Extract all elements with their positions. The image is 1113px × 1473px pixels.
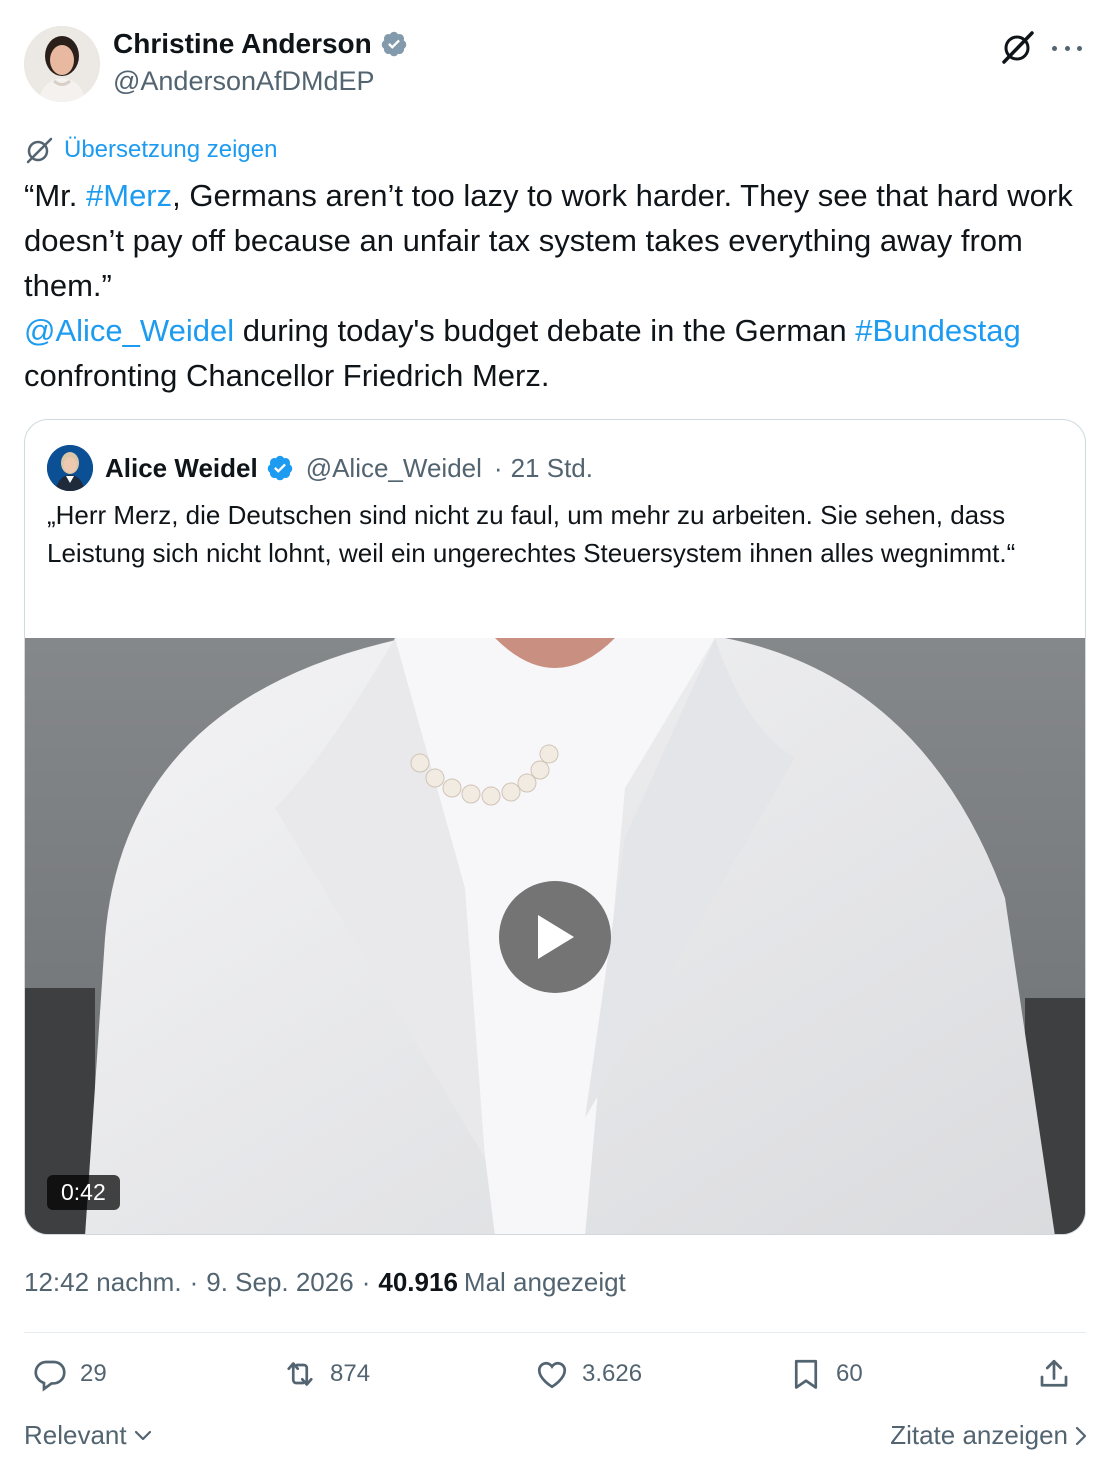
- tweet-time[interactable]: 12:42 nachm.: [24, 1267, 182, 1298]
- video-player[interactable]: 0:42: [25, 638, 1085, 1234]
- chevron-down-icon: [134, 1430, 151, 1440]
- bookmark-icon: [794, 1359, 818, 1389]
- quoted-author-name[interactable]: Alice Weidel: [105, 453, 258, 484]
- share-button[interactable]: [1036, 1356, 1072, 1392]
- mention-alice-weidel-link[interactable]: @Alice_Weidel: [24, 313, 234, 348]
- quoted-tweet-header: Alice Weidel @Alice_Weidel · 21 Std.: [47, 445, 593, 491]
- grok-translate-icon: [26, 137, 53, 164]
- show-translation-label: Übersetzung zeigen: [64, 136, 278, 163]
- tweet-date[interactable]: 9. Sep. 2026: [206, 1267, 353, 1298]
- sort-replies-dropdown[interactable]: Relevant: [24, 1420, 153, 1451]
- meta-separator: ·: [189, 1267, 199, 1297]
- play-icon: [538, 915, 574, 959]
- share-icon: [1040, 1359, 1068, 1387]
- view-quotes-link[interactable]: Zitate anzeigen: [890, 1420, 1088, 1451]
- quoted-tweet-time[interactable]: 21 Std.: [511, 453, 593, 484]
- verified-badge-icon[interactable]: [380, 30, 408, 58]
- author-info: Christine Anderson @AndersonAfDMdEP: [113, 28, 408, 97]
- repost-button[interactable]: 874: [282, 1356, 370, 1392]
- view-quotes-label: Zitate anzeigen: [890, 1420, 1068, 1450]
- repost-count: 874: [330, 1360, 371, 1387]
- tweet-text-part: during today's budget debate in the Germ…: [234, 313, 856, 348]
- more-options-icon[interactable]: [1052, 38, 1082, 58]
- quoted-tweet-text: „Herr Merz, die Deutschen sind nicht zu …: [47, 500, 1016, 568]
- play-button[interactable]: [499, 881, 611, 993]
- reply-button[interactable]: 29: [32, 1356, 107, 1392]
- video-duration: 0:42: [47, 1175, 120, 1210]
- views-count: 40.916: [378, 1267, 458, 1297]
- hashtag-merz-link[interactable]: #Merz: [86, 178, 172, 213]
- like-count: 3.626: [582, 1360, 643, 1387]
- tweet-text-part: confronting Chancellor Friedrich Merz.: [24, 358, 550, 393]
- grok-icon[interactable]: [1000, 29, 1036, 65]
- quoted-author-avatar[interactable]: [47, 445, 93, 491]
- tweet-text: “Mr. #Merz, Germans aren’t too lazy to w…: [24, 173, 1094, 398]
- tweet-meta: 12:42 nachm. · 9. Sep. 2026 · 40.916 Mal…: [24, 1267, 626, 1298]
- show-translation-link[interactable]: Übersetzung zeigen: [24, 135, 277, 165]
- reply-icon: [34, 1360, 66, 1392]
- quoted-author-handle[interactable]: @Alice_Weidel: [306, 453, 482, 484]
- hashtag-bundestag-link[interactable]: #Bundestag: [855, 313, 1020, 348]
- replies-toolbar: Relevant Zitate anzeigen: [24, 1420, 1088, 1451]
- meta-separator: ·: [493, 452, 503, 483]
- heart-icon: [537, 1361, 567, 1389]
- tweet-header: Christine Anderson @AndersonAfDMdEP: [24, 26, 1088, 106]
- meta-separator: ·: [361, 1267, 371, 1297]
- like-button[interactable]: 3.626: [534, 1356, 642, 1392]
- bookmark-count: 60: [836, 1360, 863, 1387]
- reply-count: 29: [80, 1360, 107, 1387]
- verified-badge-icon[interactable]: [266, 454, 294, 482]
- tweet-actions: 29 874 3.626 60: [24, 1356, 1088, 1404]
- author-name[interactable]: Christine Anderson: [113, 28, 372, 60]
- author-handle[interactable]: @AndersonAfDMdEP: [113, 66, 408, 97]
- views-label: Mal angezeigt: [463, 1267, 626, 1297]
- sort-label: Relevant: [24, 1420, 127, 1450]
- quoted-tweet-card[interactable]: Alice Weidel @Alice_Weidel · 21 Std. „He…: [24, 419, 1086, 1235]
- author-avatar[interactable]: [24, 26, 100, 102]
- tweet-text-part: , Germans aren’t too lazy to work harder…: [24, 178, 1073, 303]
- repost-icon: [287, 1362, 313, 1386]
- divider: [24, 1332, 1086, 1333]
- tweet-text-part: “Mr.: [24, 178, 86, 213]
- chevron-right-icon: [1075, 1426, 1087, 1445]
- bookmark-button[interactable]: 60: [788, 1356, 863, 1392]
